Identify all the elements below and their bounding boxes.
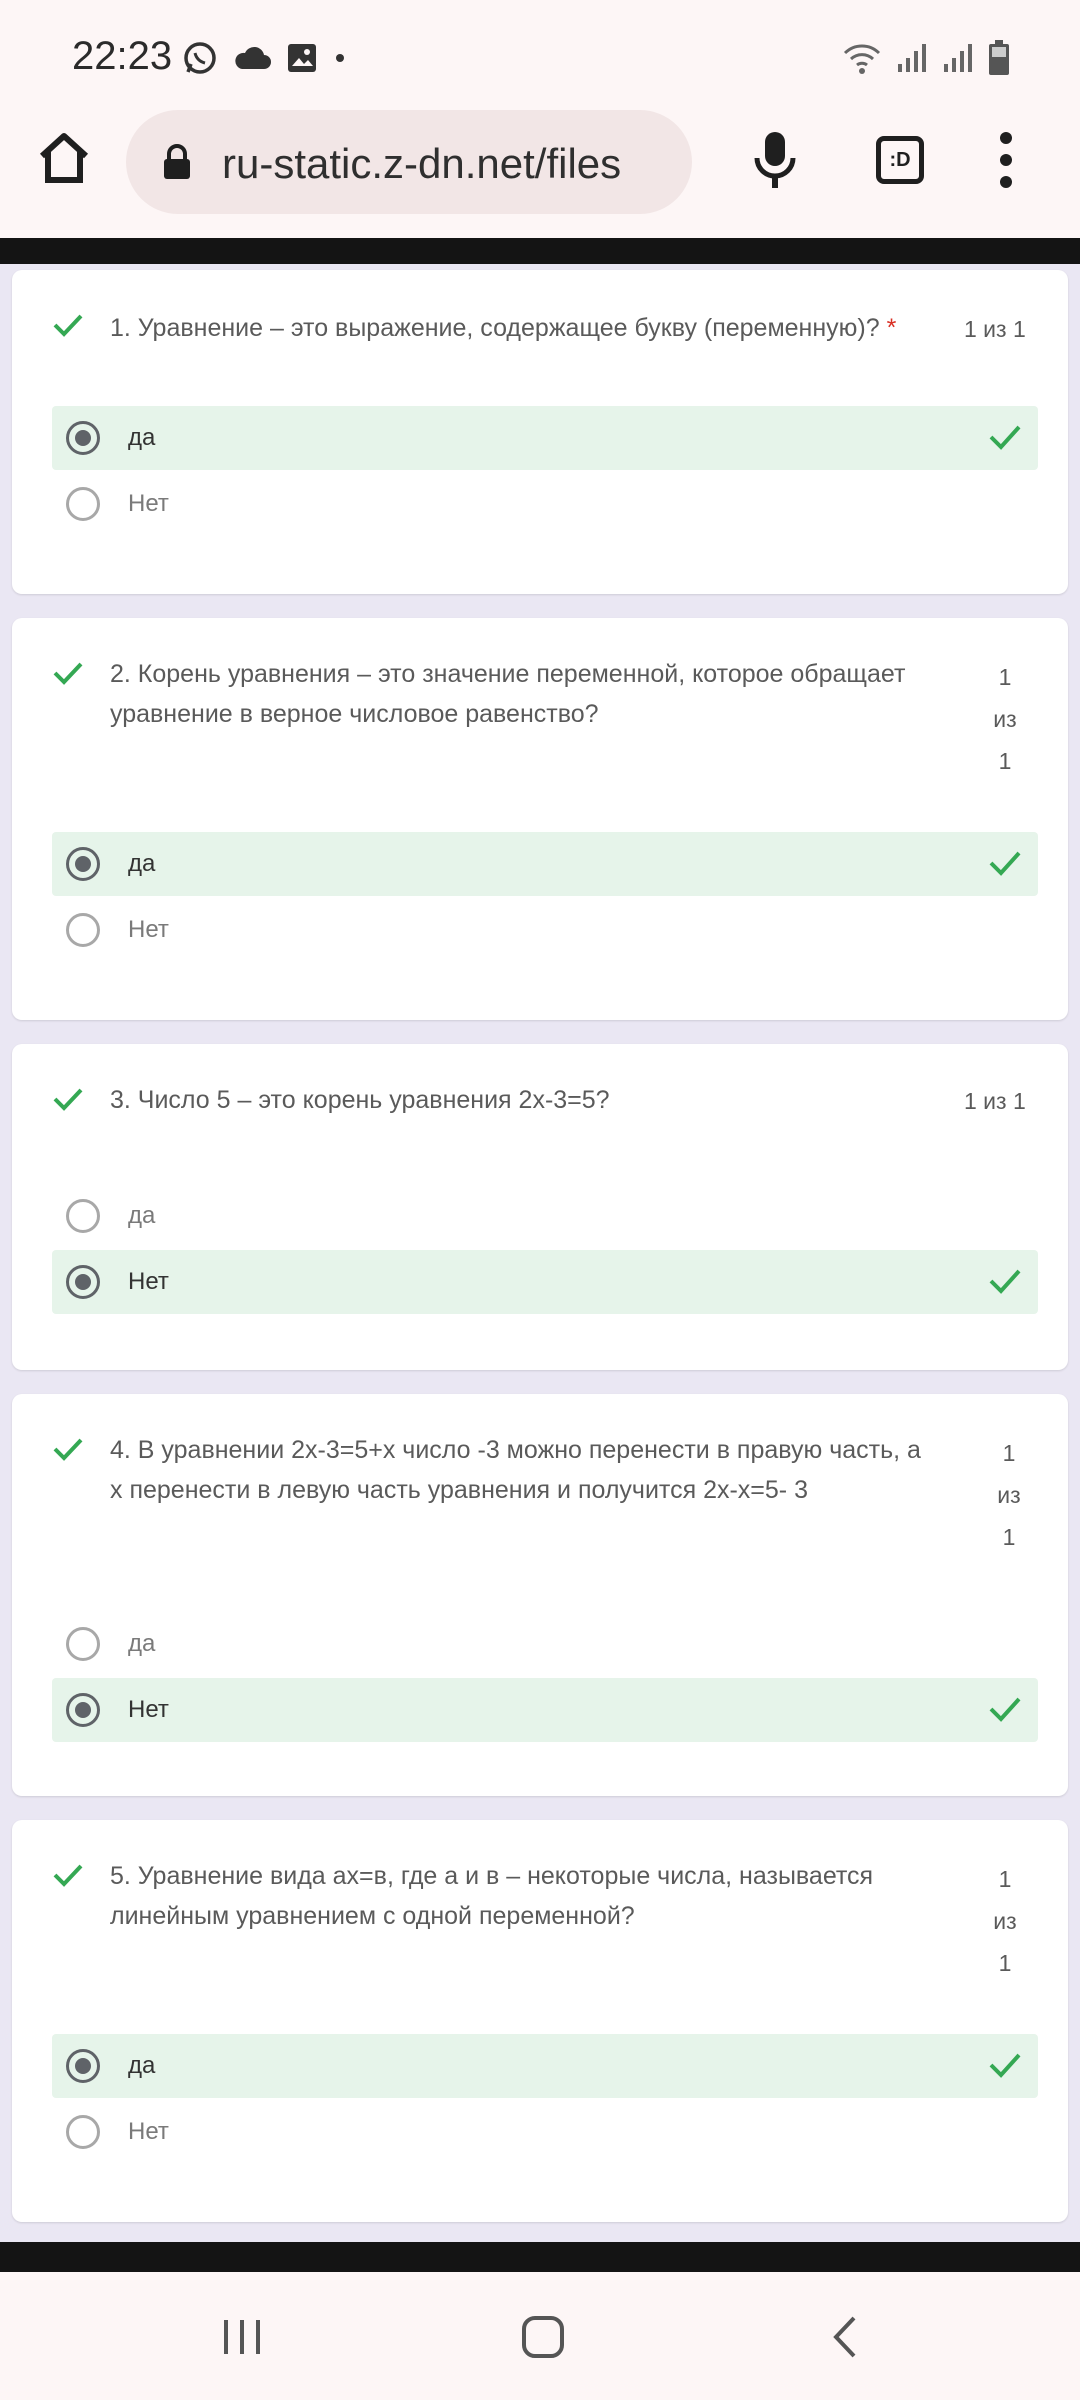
question-score: 1 из 1 [964, 1088, 1026, 1114]
question-score: 1 из 1 [993, 1866, 1017, 1976]
option-label: Нет [128, 2118, 169, 2145]
option-label: да [128, 850, 156, 877]
option-net[interactable]: Нет [52, 2100, 1038, 2164]
question-score: 1 из 1 [964, 316, 1026, 342]
cloud-icon [235, 46, 271, 69]
correct-answer-check-icon [989, 1269, 1021, 1294]
option-da[interactable]: да [52, 2034, 1038, 2098]
correct-answer-check-icon [989, 851, 1021, 876]
question-score: 1 из 1 [997, 1440, 1021, 1550]
option-label: Нет [128, 916, 169, 943]
radio-unselected[interactable] [66, 1627, 100, 1661]
radio-unselected[interactable] [66, 2115, 100, 2149]
tab-switcher-label: :D [889, 148, 911, 171]
status-bar: 22:23 [0, 0, 1080, 110]
option-net[interactable]: Нет [52, 898, 1038, 962]
option-label: да [128, 2052, 156, 2079]
correct-check-icon [53, 1088, 83, 1111]
question-card: 4. В уравнении 2х-3=5+х число -3 можно п… [12, 1394, 1068, 1796]
option-label: да [128, 424, 156, 451]
question-card: 3. Число 5 – это корень уравнения 2х-3=5… [12, 1044, 1068, 1370]
address-bar[interactable]: ru-static.z-dn.net/files [126, 110, 692, 214]
gallery-icon [288, 44, 316, 72]
correct-answer-check-icon [989, 425, 1021, 450]
signal-icon-2 [944, 44, 972, 72]
tab-switcher-button[interactable]: :D [876, 136, 924, 184]
option-label: Нет [128, 1268, 169, 1295]
option-label: да [128, 1630, 156, 1657]
correct-check-icon [53, 314, 83, 337]
radio-unselected[interactable] [66, 913, 100, 947]
quiz-results: 1. Уравнение – это выражение, содержащее… [0, 264, 1080, 2242]
microphone-icon[interactable] [752, 130, 798, 190]
option-da[interactable]: да [52, 832, 1038, 896]
question-text: 4. В уравнении 2х-3=5+х число -3 можно п… [110, 1436, 921, 1504]
radio-unselected[interactable] [66, 487, 100, 521]
more-menu-icon[interactable] [996, 130, 1016, 190]
radio-unselected[interactable] [66, 1199, 100, 1233]
page-bottom-divider [0, 2242, 1080, 2272]
radio-selected[interactable] [66, 1265, 100, 1299]
radio-selected[interactable] [66, 847, 100, 881]
wifi-icon [843, 44, 881, 74]
home-icon[interactable] [36, 130, 92, 186]
question-card: 2. Корень уравнения – это значение перем… [12, 618, 1068, 1020]
question-text: 2. Корень уравнения – это значение перем… [110, 660, 906, 728]
notification-icons [182, 40, 348, 76]
signal-icon [898, 44, 926, 72]
required-mark: * [886, 314, 897, 342]
option-label: да [128, 1202, 156, 1229]
radio-selected[interactable] [66, 1693, 100, 1727]
question-text: 5. Уравнение вида ах=в, где а и в – неко… [110, 1862, 874, 1930]
browser-toolbar: ru-static.z-dn.net/files :D [0, 110, 1080, 238]
option-net[interactable]: Нет [52, 472, 1038, 536]
correct-check-icon [53, 662, 83, 685]
radio-selected[interactable] [66, 2049, 100, 2083]
lock-icon [164, 144, 190, 179]
option-da[interactable]: да [52, 1612, 1038, 1676]
question-score: 1 из 1 [993, 664, 1017, 774]
system-icons [842, 40, 1010, 76]
whatsapp-icon [184, 42, 216, 74]
option-da[interactable]: да [52, 1184, 1038, 1248]
question-text: 3. Число 5 – это корень уравнения 2х-3=5… [110, 1086, 610, 1114]
correct-answer-check-icon [989, 1697, 1021, 1722]
url-text[interactable]: ru-static.z-dn.net/files [222, 140, 682, 188]
question-card: 1. Уравнение – это выражение, содержащее… [12, 270, 1068, 594]
option-net[interactable]: Нет [52, 1678, 1038, 1742]
option-label: Нет [128, 490, 169, 517]
home-nav-icon[interactable] [520, 2312, 566, 2362]
question-card: 5. Уравнение вида ах=в, где а и в – неко… [12, 1820, 1068, 2222]
system-nav-bar [0, 2272, 1080, 2400]
correct-answer-check-icon [989, 2053, 1021, 2078]
correct-check-icon [53, 1438, 83, 1461]
status-time: 22:23 [72, 34, 173, 78]
option-da[interactable]: да [52, 406, 1038, 470]
dot-icon [336, 54, 344, 62]
back-icon[interactable] [826, 2312, 862, 2362]
option-net[interactable]: Нет [52, 1250, 1038, 1314]
option-label: Нет [128, 1696, 169, 1723]
recents-icon[interactable] [220, 2312, 264, 2362]
correct-check-icon [53, 1864, 83, 1887]
radio-selected[interactable] [66, 421, 100, 455]
question-text: 1. Уравнение – это выражение, содержащее… [110, 314, 897, 342]
page-top-divider [0, 238, 1080, 264]
battery-icon [989, 40, 1009, 75]
